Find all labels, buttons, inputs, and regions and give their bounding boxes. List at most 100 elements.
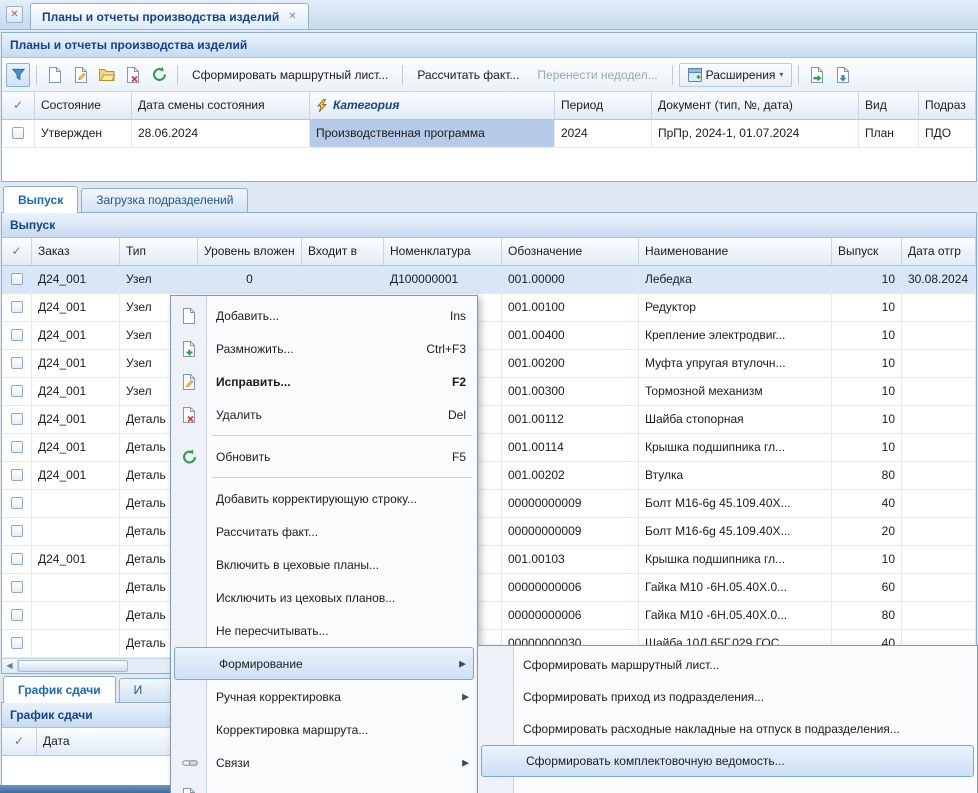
cell-output[interactable]: 10 — [832, 546, 902, 574]
cell-order[interactable] — [32, 630, 120, 658]
column-header-ship-date[interactable]: Дата отгр — [902, 238, 976, 266]
add-document-button[interactable] — [43, 63, 67, 87]
menu-item-no-recalc[interactable]: Не пересчитывать... — [172, 614, 476, 647]
cell-nesting-level[interactable]: 0 — [198, 266, 302, 294]
cell-designation[interactable]: 001.00400 — [502, 322, 639, 350]
column-header-nesting-level[interactable]: Уровень вложен — [198, 238, 302, 266]
output-row[interactable]: Деталь 00000000006 Гайка М10 -6Н.05.40Х.… — [2, 574, 976, 602]
menu-item-links[interactable]: Связи ▶ — [172, 746, 476, 779]
menu-item-add[interactable]: Добавить... Ins — [172, 299, 476, 332]
cell-output[interactable]: 10 — [832, 266, 902, 294]
cell-output[interactable]: 10 — [832, 294, 902, 322]
column-header-date[interactable]: Дата — [37, 728, 172, 756]
row-checkbox[interactable] — [11, 525, 23, 537]
cell-designation[interactable]: 001.00300 — [502, 378, 639, 406]
column-header-order[interactable]: Заказ — [32, 238, 120, 266]
tab-delivery-schedule[interactable]: График сдачи — [3, 676, 116, 703]
row-checkbox[interactable] — [11, 301, 23, 313]
cell-order[interactable]: Д24_001 — [32, 406, 120, 434]
select-all-column-header[interactable]: ✓ — [2, 238, 32, 266]
cell-name[interactable]: Редуктор — [639, 294, 832, 322]
submenu-item-expense-invoices[interactable]: Сформировать расходные накладные на отпу… — [479, 713, 976, 745]
column-header-state-date[interactable]: Дата смены состояния — [132, 92, 310, 120]
cell-name[interactable]: Крепление электродвиг... — [639, 322, 832, 350]
output-row[interactable]: Деталь 00000000006 Гайка М10 -6Н.05.40Х.… — [2, 602, 976, 630]
cell-order[interactable]: Д24_001 — [32, 434, 120, 462]
menu-item-manual-correction[interactable]: Ручная корректировка ▶ — [172, 680, 476, 713]
output-row[interactable]: Д24_001 Узел 001.00400 Крепление электро… — [2, 322, 976, 350]
edit-document-button[interactable] — [69, 63, 93, 87]
cell-ship-date[interactable] — [902, 406, 976, 434]
open-folder-button[interactable] — [95, 63, 119, 87]
cell-designation[interactable]: 00000000006 — [502, 602, 639, 630]
cell-state[interactable]: Утвержден — [35, 120, 132, 148]
cell-name[interactable]: Шайба стопорная — [639, 406, 832, 434]
cell-name[interactable]: Втулка — [639, 462, 832, 490]
row-checkbox[interactable] — [11, 413, 23, 425]
cell-output[interactable]: 10 — [832, 350, 902, 378]
select-all-column-header[interactable]: ✓ — [2, 92, 35, 120]
cell-department[interactable]: ПДО — [919, 120, 976, 148]
cell-output[interactable]: 60 — [832, 574, 902, 602]
cell-order[interactable]: Д24_001 — [32, 546, 120, 574]
output-row[interactable]: Д24_001 Узел 0 Д100000001 001.00000 Лебе… — [2, 266, 976, 294]
cell-ship-date[interactable] — [902, 518, 976, 546]
menu-item-duplicate[interactable]: Размножить... Ctrl+F3 — [172, 332, 476, 365]
cell-parent[interactable] — [302, 266, 384, 294]
cell-ship-date[interactable] — [902, 378, 976, 406]
cell-state-date[interactable]: 28.06.2024 — [132, 120, 310, 148]
calc-fact-button[interactable]: Рассчитать факт... — [409, 68, 527, 82]
cell-name[interactable]: Тормозной механизм — [639, 378, 832, 406]
cell-name[interactable]: Лебедка — [639, 266, 832, 294]
delete-document-button[interactable] — [121, 63, 145, 87]
cell-type[interactable]: Узел — [120, 266, 198, 294]
submenu-item-route-sheet[interactable]: Сформировать маршрутный лист... — [479, 649, 976, 681]
cell-name[interactable]: Болт М16-6g 45.109.40Х... — [639, 518, 832, 546]
column-header-category[interactable]: Категория — [310, 92, 555, 120]
output-row[interactable]: Д24_001 Деталь 001.00103 Крышка подшипни… — [2, 546, 976, 574]
cell-designation[interactable]: 001.00202 — [502, 462, 639, 490]
submenu-item-picking-list[interactable]: Сформировать комплектовочную ведомость..… — [481, 745, 974, 777]
cell-output[interactable]: 10 — [832, 406, 902, 434]
route-sheet-button[interactable]: Сформировать маршрутный лист... — [184, 68, 396, 82]
column-header-state[interactable]: Состояние — [35, 92, 132, 120]
row-checkbox[interactable] — [11, 385, 23, 397]
row-checkbox[interactable] — [11, 469, 23, 481]
row-checkbox[interactable] — [11, 609, 23, 621]
row-checkbox[interactable] — [11, 273, 23, 285]
refresh-button[interactable] — [147, 63, 171, 87]
row-checkbox[interactable] — [12, 127, 24, 139]
menu-item-partial[interactable] — [172, 779, 476, 793]
cell-period[interactable]: 2024 — [555, 120, 652, 148]
column-header-document[interactable]: Документ (тип, №, дата) — [652, 92, 859, 120]
output-row[interactable]: Деталь 00000000009 Болт М16-6g 45.109.40… — [2, 518, 976, 546]
cell-nomenclature[interactable]: Д100000001 — [384, 266, 502, 294]
cell-ship-date[interactable] — [902, 350, 976, 378]
cell-category[interactable]: Производственная программа — [310, 120, 555, 148]
extensions-button[interactable]: Расширения ▾ — [679, 63, 793, 87]
column-header-designation[interactable]: Обозначение — [502, 238, 639, 266]
cell-order[interactable] — [32, 518, 120, 546]
cell-designation[interactable]: 001.00103 — [502, 546, 639, 574]
menu-item-calc-fact[interactable]: Рассчитать факт... — [172, 515, 476, 548]
submenu-item-receipt-from-department[interactable]: Сформировать приход из подразделения... — [479, 681, 976, 713]
cell-ship-date[interactable] — [902, 434, 976, 462]
select-all-column-header[interactable]: ✓ — [2, 728, 37, 756]
cell-name[interactable]: Гайка М10 -6Н.05.40Х.0... — [639, 602, 832, 630]
cell-order[interactable]: Д24_001 — [32, 294, 120, 322]
cell-designation[interactable]: 001.00000 — [502, 266, 639, 294]
document-tab[interactable]: Планы и отчеты производства изделий ✕ — [30, 3, 309, 29]
tab-close-icon[interactable]: ✕ — [288, 11, 296, 22]
output-row[interactable]: Д24_001 Узел 001.00200 Муфта упругая вту… — [2, 350, 976, 378]
row-checkbox[interactable] — [11, 553, 23, 565]
output-row[interactable]: Д24_001 Деталь 001.00114 Крышка подшипни… — [2, 434, 976, 462]
output-row[interactable]: Д24_001 Деталь 001.00112 Шайба стопорная… — [2, 406, 976, 434]
row-checkbox[interactable] — [11, 497, 23, 509]
column-header-name[interactable]: Наименование — [639, 238, 832, 266]
cell-name[interactable]: Крышка подшипника гл... — [639, 434, 832, 462]
document-row[interactable]: Утвержден 28.06.2024 Производственная пр… — [2, 120, 976, 148]
cell-output[interactable]: 20 — [832, 518, 902, 546]
column-header-kind[interactable]: Вид — [859, 92, 919, 120]
cell-order[interactable] — [32, 574, 120, 602]
cell-ship-date[interactable]: 30.08.2024 — [902, 266, 976, 294]
